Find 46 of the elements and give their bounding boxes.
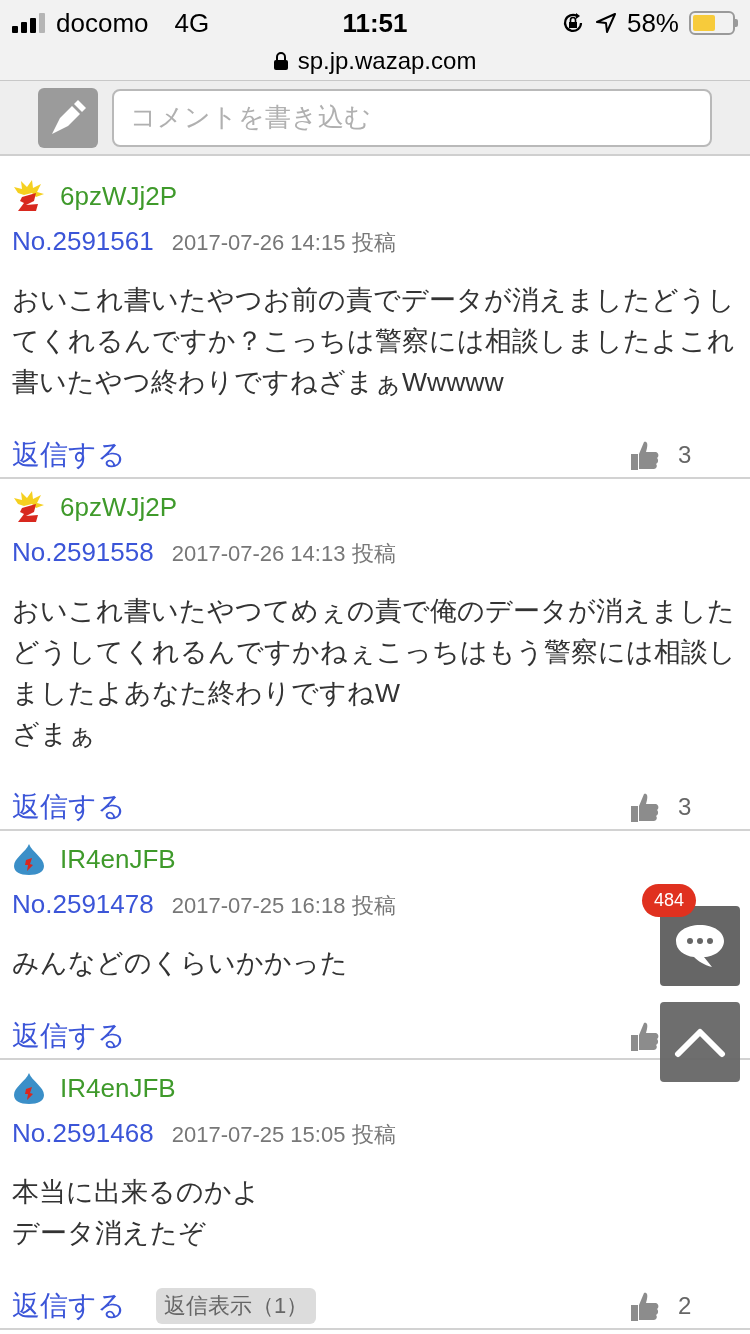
- post-number[interactable]: No.2591558: [12, 537, 154, 567]
- clock: 11:51: [342, 6, 408, 40]
- like-count: 3: [678, 792, 692, 822]
- scroll-top-button[interactable]: [660, 1002, 740, 1082]
- drop-avatar-icon: [12, 842, 46, 876]
- reply-link[interactable]: 返信する: [12, 438, 126, 472]
- pen-button[interactable]: [38, 87, 98, 148]
- reply-link[interactable]: 返信する: [12, 1289, 126, 1323]
- user-name[interactable]: 6pzWJj2P: [60, 492, 178, 522]
- user-name[interactable]: IR4enJFB: [60, 844, 176, 874]
- signal-icon: [12, 13, 46, 33]
- show-replies-button[interactable]: 返信表示（1）: [156, 1288, 317, 1324]
- drop-avatar-icon: [12, 1071, 46, 1105]
- flame-avatar-icon: [12, 179, 46, 213]
- post-body: みんなどのくらいかかった: [12, 947, 348, 980]
- url-text[interactable]: sp.jp.wazap.com: [297, 43, 477, 79]
- like-count: 3: [678, 440, 692, 470]
- reply-link[interactable]: 返信する: [12, 790, 126, 824]
- post-number[interactable]: No.2591561: [12, 226, 154, 256]
- battery-icon: [689, 11, 738, 35]
- comments-button[interactable]: [660, 906, 740, 986]
- post-body: おいこれ書いたやつてめぇの責で俺のデータが消えましたどうしてくれるんですかねぇこっちはもう警察には相談しましたよあなた終わりですねW: [12, 595, 737, 710]
- chevron-up-icon: [674, 1026, 726, 1058]
- post-body: ざまぁ: [12, 718, 96, 751]
- post-body: データ消えたぞ: [12, 1217, 206, 1250]
- battery-percent: 58%: [626, 6, 679, 40]
- comment-field[interactable]: コメントを書き込む: [112, 88, 712, 147]
- lock-icon: [273, 52, 288, 70]
- post-body: おいこれ書いたやつお前の責でデータが消えましたどうしてくれるんですか？こっちは警察には相談しましたよこれ書いたやつ終わりですねざまぁWwwww: [12, 284, 736, 399]
- reply-link[interactable]: 返信する: [12, 1019, 126, 1053]
- post-number[interactable]: No.2591478: [12, 889, 154, 919]
- post-date: 2017-07-25 15:05 投稿: [171, 1122, 396, 1148]
- post-date: 2017-07-25 16:18 投稿: [171, 893, 396, 919]
- post-number[interactable]: No.2591468: [12, 1118, 154, 1148]
- network-type: 4G: [174, 6, 210, 40]
- user-name[interactable]: IR4enJFB: [60, 1073, 176, 1103]
- speech-bubble-icon: [674, 923, 726, 969]
- flame-avatar-icon: [12, 490, 46, 524]
- comment-count-badge: 484: [642, 884, 697, 917]
- user-name[interactable]: 6pzWJj2P: [60, 181, 178, 211]
- carrier-name: docomo: [56, 6, 149, 40]
- location-arrow-icon: [594, 12, 617, 34]
- post-date: 2017-07-26 14:15 投稿: [171, 230, 396, 256]
- like-count: 2: [678, 1291, 692, 1321]
- post-body: 本当に出来るのかよ: [12, 1176, 260, 1209]
- post-date: 2017-07-26 14:13 投稿: [171, 541, 396, 567]
